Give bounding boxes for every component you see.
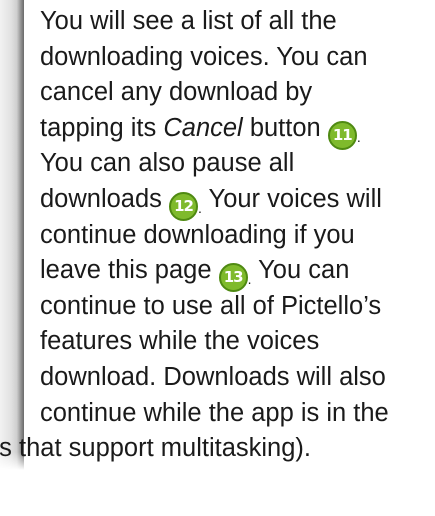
text-fragment: tapping its	[40, 113, 164, 142]
callout-badge-11: 11	[327, 120, 357, 150]
text-line: continue to use all of Pictello’s	[40, 291, 382, 320]
period: .	[356, 128, 361, 145]
text-line: leave this page 13. You can	[40, 253, 435, 293]
text-line: es that support multitasking).	[0, 434, 311, 463]
text-line: continue while the app is in the	[40, 398, 389, 427]
text-line: tapping its Cancel button 11.	[40, 111, 435, 150]
callout-badge-13: 13	[218, 263, 248, 293]
text-line: features while the voices	[40, 327, 320, 356]
text-fragment: button	[242, 113, 328, 142]
text-line: downloads 12. Your voices will	[40, 182, 435, 221]
instruction-text: You will see a list of all the downloadi…	[0, 4, 435, 467]
text-line: cancel any download by	[40, 78, 313, 107]
text-line: You can also pause all	[40, 149, 295, 178]
text-fragment: Your voices will	[201, 184, 382, 213]
text-line: continue downloading if you	[40, 220, 355, 249]
text-fragment: You can	[251, 256, 350, 285]
text-fragment: downloads	[40, 184, 170, 213]
text-line: download. Downloads will also	[40, 362, 386, 391]
callout-badge-12: 12	[169, 191, 199, 221]
page-edge-shadow	[0, 0, 24, 470]
cancel-term: Cancel	[163, 113, 243, 142]
text-fragment: leave this page	[40, 256, 219, 285]
text-line: You will see a list of all the	[40, 7, 337, 35]
text-line: downloading voices. You can	[40, 42, 368, 71]
